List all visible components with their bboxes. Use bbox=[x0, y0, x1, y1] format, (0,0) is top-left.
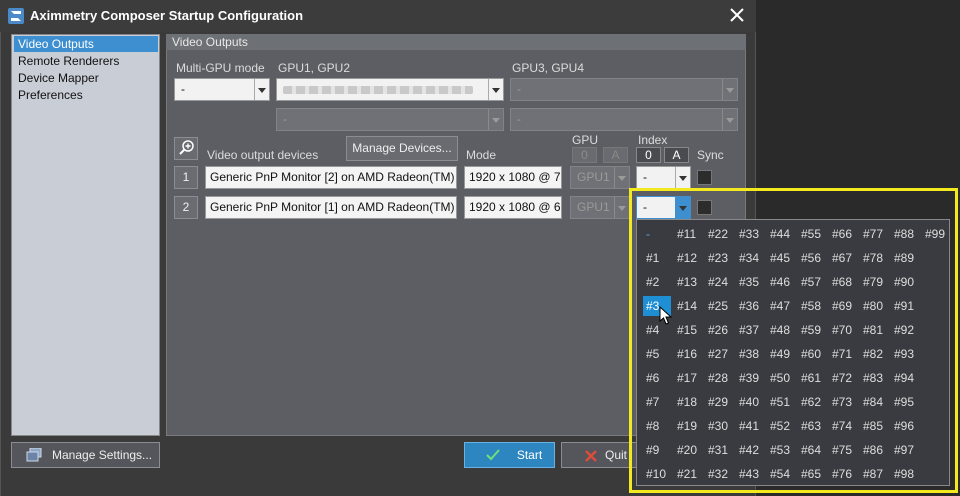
output-index-select[interactable]: - bbox=[636, 166, 691, 189]
app-logo-icon bbox=[8, 8, 24, 24]
manage-devices-button[interactable]: Manage Devices... bbox=[346, 136, 458, 161]
output-gpu-select[interactable]: GPU1 bbox=[570, 196, 630, 219]
output-index-value: - bbox=[643, 170, 647, 184]
sidebar: Video Outputs Remote Renderers Device Ma… bbox=[11, 34, 160, 436]
chevron-down-icon bbox=[675, 167, 690, 188]
output-mode-field[interactable]: 1920 x 1080 @ 72 bbox=[464, 166, 562, 189]
close-icon bbox=[585, 450, 597, 462]
start-label: Start bbox=[516, 448, 543, 462]
gpu-column-label: GPU bbox=[572, 133, 599, 147]
check-icon bbox=[486, 449, 500, 461]
highlight-frame bbox=[629, 188, 958, 493]
output-device-field[interactable]: Generic PnP Monitor [2] on AMD Radeon(TM… bbox=[205, 166, 457, 189]
gpu34-label: GPU3, GPU4 bbox=[512, 61, 585, 75]
output-mode-field[interactable]: 1920 x 1080 @ 60 bbox=[464, 196, 562, 219]
output-gpu-select[interactable]: GPU1 bbox=[570, 166, 630, 189]
sync-checkbox[interactable] bbox=[697, 170, 712, 185]
chevron-down-icon bbox=[614, 197, 629, 218]
multi-gpu-mode-select[interactable]: - bbox=[174, 78, 270, 101]
mouse-cursor-icon bbox=[659, 306, 673, 325]
index-zero-toggle[interactable]: 0 bbox=[636, 147, 661, 163]
chevron-down-icon bbox=[254, 79, 269, 100]
gpu4-device-select[interactable]: - bbox=[510, 108, 738, 131]
gpu12-device-select[interactable] bbox=[276, 78, 504, 101]
gpu12-label: GPU1, GPU2 bbox=[278, 61, 351, 75]
chevron-down-icon bbox=[614, 167, 629, 188]
sidebar-item-device-mapper[interactable]: Device Mapper bbox=[14, 70, 158, 86]
manage-settings-button[interactable]: Manage Settings... bbox=[11, 442, 160, 468]
gpu4-device-value: - bbox=[517, 112, 521, 126]
panel-title: Video Outputs bbox=[166, 34, 746, 50]
start-button[interactable]: Start bbox=[464, 442, 555, 468]
mode-column-label: Mode bbox=[466, 148, 497, 162]
sidebar-item-preferences[interactable]: Preferences bbox=[14, 87, 158, 103]
chevron-down-icon bbox=[488, 109, 503, 130]
settings-stack-icon bbox=[26, 448, 42, 462]
gpu2-device-select[interactable]: - bbox=[276, 108, 504, 131]
zoom-add-icon bbox=[179, 140, 194, 155]
video-output-devices-label: Video output devices bbox=[207, 148, 319, 162]
index-column-label: Index bbox=[638, 133, 668, 147]
chevron-down-icon bbox=[488, 79, 503, 100]
index-auto-toggle[interactable]: A bbox=[664, 147, 689, 163]
gpu-zero-toggle[interactable]: 0 bbox=[572, 147, 597, 163]
close-icon bbox=[730, 8, 744, 22]
output-row-number: 2 bbox=[174, 196, 198, 219]
output-device-field[interactable]: Generic PnP Monitor [1] on AMD Radeon(TM… bbox=[205, 196, 457, 219]
output-gpu-value: GPU1 bbox=[577, 200, 610, 214]
window-title: Aximmetry Composer Startup Configuration bbox=[30, 8, 304, 23]
multi-gpu-mode-label: Multi-GPU mode bbox=[176, 61, 265, 75]
quit-label: Quit bbox=[604, 448, 627, 462]
multi-gpu-mode-value: - bbox=[181, 82, 185, 96]
blurred-device-name bbox=[283, 86, 473, 94]
chevron-down-icon bbox=[722, 109, 737, 130]
close-button[interactable] bbox=[726, 4, 748, 26]
gpu34-device-select[interactable]: - bbox=[510, 78, 738, 101]
manage-settings-label: Manage Settings... bbox=[52, 448, 153, 462]
gpu2-device-value: - bbox=[283, 112, 287, 126]
gpu34-device-value: - bbox=[517, 82, 521, 96]
output-row-number: 1 bbox=[174, 166, 198, 189]
sidebar-item-remote-renderers[interactable]: Remote Renderers bbox=[14, 53, 158, 69]
sync-column-label: Sync bbox=[697, 148, 724, 162]
output-gpu-value: GPU1 bbox=[577, 170, 610, 184]
sidebar-item-video-outputs[interactable]: Video Outputs bbox=[14, 36, 158, 52]
gpu-auto-toggle[interactable]: A bbox=[603, 147, 628, 163]
add-device-button[interactable] bbox=[174, 137, 198, 160]
chevron-down-icon bbox=[722, 79, 737, 100]
